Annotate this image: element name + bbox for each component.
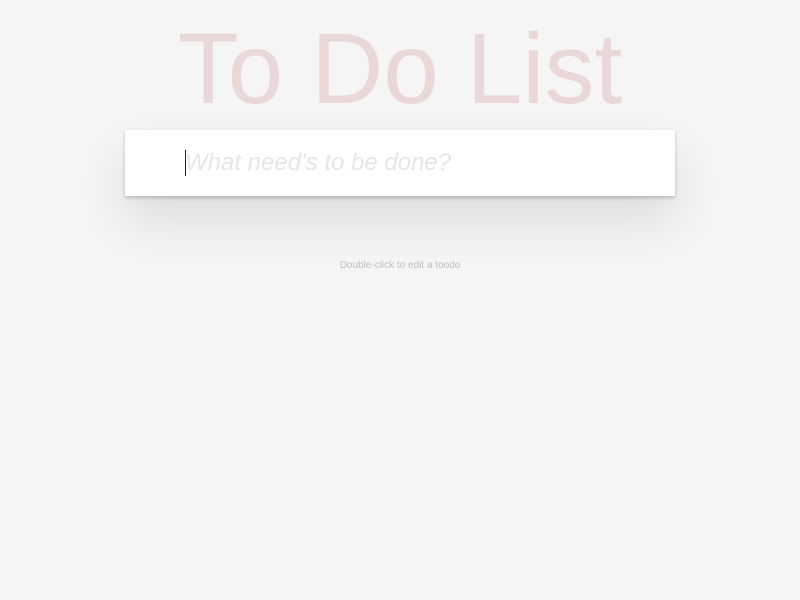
new-todo-input[interactable] — [125, 130, 675, 196]
todo-panel — [125, 130, 675, 196]
todo-app: To Do List Double-click to edit a toodo — [0, 0, 800, 600]
text-cursor — [185, 150, 186, 176]
edit-hint: Double-click to edit a toodo — [339, 260, 461, 271]
page-title: To Do List — [177, 13, 623, 125]
